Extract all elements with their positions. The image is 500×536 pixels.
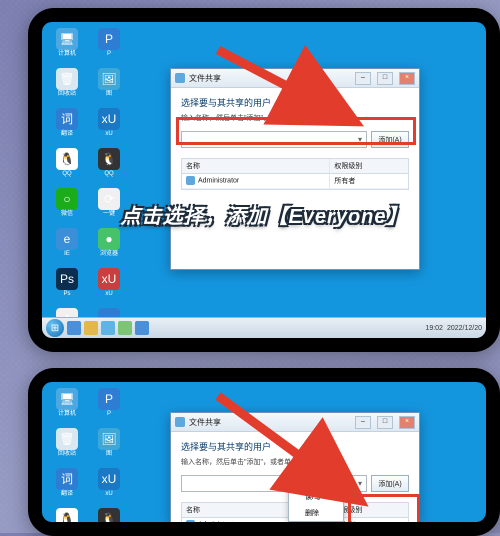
desktop-icon[interactable]: 🖥计算机 — [48, 388, 86, 426]
desktop-icon[interactable]: PsPs — [48, 268, 86, 306]
desktop-icon[interactable]: 🖥计算机 — [48, 28, 86, 66]
desktop-icon[interactable]: ●浏览器 — [90, 228, 128, 266]
system-tray[interactable]: 19:02 2022/12/20 — [425, 325, 482, 332]
add-button[interactable]: 添加(A) — [371, 131, 409, 148]
taskbar-icon[interactable] — [118, 321, 132, 335]
dialog-title-text: 文件共享 — [189, 417, 221, 428]
tray-date: 2022/12/20 — [447, 325, 482, 332]
desktop-icon[interactable]: eIE — [48, 228, 86, 266]
desktop-icon[interactable]: xUxU — [90, 268, 128, 306]
tablet-frame-top: 🖥计算机PP🗑回收站🖼图词翻译xUxU🐧QQ🐧QQ○微信⟳一键eIE●浏览器Ps… — [28, 8, 500, 352]
taskbar-icon[interactable] — [101, 321, 115, 335]
dialog-subtext: 输入名称，然后单击"添加"，或者单击箭头查找用户。 — [181, 457, 409, 467]
desktop-icon[interactable]: PP — [90, 28, 128, 66]
list-header: 名称 权限级别 — [182, 159, 408, 174]
desktop-icon[interactable]: 🗑回收站 — [48, 428, 86, 466]
desktop-icons-2: 🖥计算机PP🗑回收站🖼图词翻译xUxU 🐧QQ 🐧QQ — [48, 388, 134, 522]
perm-option-readwrite[interactable]: 读/写 — [289, 489, 343, 505]
permission-dropdown-menu[interactable]: ✓读取 读/写 删除 — [288, 472, 344, 522]
add-button[interactable]: 添加(A) — [371, 475, 409, 492]
user-icon — [186, 176, 195, 185]
file-sharing-dialog: 文件共享 ‒ □ × 选择要与其共享的用户 输入名称，然后单击"添加"，或者单击… — [170, 68, 420, 270]
dialog-titlebar[interactable]: 文件共享 ‒ □ × — [171, 69, 419, 88]
col-perm: 权限级别 — [330, 159, 408, 173]
desktop-icons: 🖥计算机PP🗑回收站🖼图词翻译xUxU🐧QQ🐧QQ○微信⟳一键eIE●浏览器Ps… — [48, 28, 134, 338]
user-list: 名称 权限级别 Administrator 所有者 — [181, 158, 409, 190]
desktop-icon[interactable]: 🐧QQ — [90, 508, 128, 522]
perm-option-read[interactable]: ✓读取 — [289, 473, 343, 489]
perm-option-remove[interactable]: 删除 — [289, 505, 343, 521]
desktop-icon[interactable]: 词翻译 — [48, 468, 86, 506]
desktop-icon[interactable]: PP — [90, 388, 128, 426]
desktop-screen-2: 🖥计算机PP🗑回收站🖼图词翻译xUxU 🐧QQ 🐧QQ 文件共享 ‒ □ × 选择要… — [42, 382, 486, 522]
desktop-icon[interactable]: 🗑回收站 — [48, 68, 86, 106]
chevron-down-icon: ▾ — [358, 479, 362, 488]
desktop-icon[interactable]: ○微信 — [48, 188, 86, 226]
desktop-icon[interactable]: 🐧QQ — [90, 148, 128, 186]
desktop-icon[interactable]: 🖼图 — [90, 68, 128, 106]
close-button[interactable]: × — [399, 72, 415, 85]
minimize-button[interactable]: ‒ — [355, 72, 371, 85]
share-icon — [175, 73, 185, 83]
taskbar-icon[interactable] — [84, 321, 98, 335]
desktop-icon[interactable]: 🐧QQ — [48, 508, 86, 522]
taskbar-icon[interactable] — [67, 321, 81, 335]
maximize-button[interactable]: □ — [377, 416, 393, 429]
col-name: 名称 — [182, 159, 330, 173]
tablet-frame-bottom: 🖥计算机PP🗑回收站🖼图词翻译xUxU 🐧QQ 🐧QQ 文件共享 ‒ □ × 选择要… — [28, 368, 500, 536]
user-combobox[interactable]: ▾ — [181, 131, 367, 148]
taskbar-icon[interactable] — [135, 321, 149, 335]
tray-time: 19:02 — [425, 325, 443, 332]
minimize-button[interactable]: ‒ — [355, 416, 371, 429]
desktop-icon[interactable]: 🖼图 — [90, 428, 128, 466]
desktop-icon[interactable]: xUxU — [90, 108, 128, 146]
taskbar[interactable]: ⊞ 19:02 2022/12/20 — [42, 317, 486, 338]
start-button[interactable]: ⊞ — [46, 319, 64, 337]
list-row[interactable]: Administrator 所有者 — [182, 174, 408, 189]
close-button[interactable]: × — [399, 416, 415, 429]
desktop-icon[interactable]: 词翻译 — [48, 108, 86, 146]
dialog-titlebar[interactable]: 文件共享 ‒ □ × — [171, 413, 419, 432]
dialog-title-text: 文件共享 — [189, 73, 221, 84]
dialog-heading: 选择要与其共享的用户 — [181, 96, 409, 109]
desktop-screen: 🖥计算机PP🗑回收站🖼图词翻译xUxU🐧QQ🐧QQ○微信⟳一键eIE●浏览器Ps… — [42, 22, 486, 338]
desktop-icon[interactable]: 🐧QQ — [48, 148, 86, 186]
instruction-overlay: 点击选择，添加【Everyone】 — [120, 200, 407, 229]
maximize-button[interactable]: □ — [377, 72, 393, 85]
dialog-heading: 选择要与其共享的用户 — [181, 440, 409, 453]
dialog-subtext: 输入名称，然后单击"添加"，或者单击箭头查找用户。 — [181, 113, 409, 123]
user-icon — [186, 520, 195, 522]
chevron-down-icon: ▾ — [358, 135, 362, 144]
share-icon — [175, 417, 185, 427]
desktop-icon[interactable]: xUxU — [90, 468, 128, 506]
